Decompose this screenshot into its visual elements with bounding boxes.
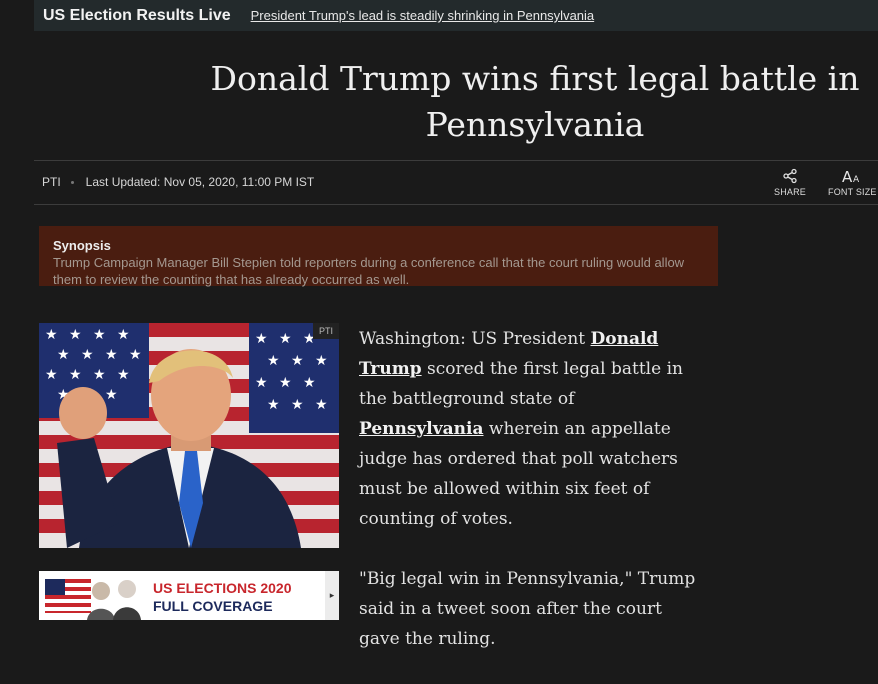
share-button[interactable]: SHARE (774, 168, 806, 197)
last-updated: Last Updated: Nov 05, 2020, 11:00 PM IST (85, 175, 315, 189)
svg-text:★: ★ (69, 367, 82, 383)
svg-text:★: ★ (255, 375, 268, 391)
election-coverage-banner[interactable]: US ELECTIONS 2020 FULL COVERAGE ▸ (39, 571, 339, 620)
svg-text:★: ★ (267, 397, 280, 413)
article-body: Washington: US President Donald Trump sc… (359, 324, 699, 684)
headline-line-2: Pennsylvania (425, 105, 645, 144)
article-headline: Donald Trump wins first legal battle in … (150, 56, 878, 148)
banner-flag-image (45, 579, 141, 620)
svg-text:★: ★ (57, 347, 70, 363)
svg-text:A: A (842, 168, 853, 184)
svg-text:★: ★ (315, 397, 328, 413)
svg-text:★: ★ (315, 353, 328, 369)
synopsis-text: Trump Campaign Manager Bill Stepien told… (53, 255, 685, 287)
article-meta: PTI Last Updated: Nov 05, 2020, 11:00 PM… (42, 175, 314, 189)
svg-text:★: ★ (81, 347, 94, 363)
synopsis-box: Synopsis Trump Campaign Manager Bill Ste… (39, 226, 718, 287)
banner-title: US ELECTIONS 2020 (153, 580, 292, 596)
svg-text:★: ★ (69, 327, 82, 343)
svg-text:★: ★ (279, 331, 292, 347)
svg-text:★: ★ (45, 327, 58, 343)
svg-text:★: ★ (105, 387, 118, 403)
svg-text:★: ★ (291, 353, 304, 369)
photo-credit: PTI (312, 323, 339, 339)
trump-photo-illustration: ★★★★ ★★★★ ★★★★ ★★★ ★★★ ★★★ ★★★ ★★★ (39, 323, 339, 548)
article-paragraph-2: "Big legal win in Pennsylvania," Trump s… (359, 569, 696, 649)
svg-text:★: ★ (129, 347, 142, 363)
live-results-title[interactable]: US Election Results Live (43, 7, 231, 25)
article-source: PTI (42, 175, 61, 189)
meta-separator-dot (70, 180, 74, 184)
svg-text:★: ★ (93, 327, 106, 343)
banner-subtitle: FULL COVERAGE (153, 598, 273, 614)
pennsylvania-link[interactable]: Pennsylvania (359, 419, 484, 439)
divider-bottom (34, 204, 878, 205)
svg-text:★: ★ (255, 331, 268, 347)
divider-top (34, 160, 878, 161)
paragraph-1-prefix: Washington: US President (359, 329, 591, 349)
article-paragraph-1: Washington: US President Donald Trump sc… (359, 324, 699, 534)
font-size-button[interactable]: A A FONT SIZE (828, 168, 877, 197)
svg-text:★: ★ (45, 367, 58, 383)
svg-text:★: ★ (267, 353, 280, 369)
banner-arrow-icon: ▸ (325, 571, 339, 620)
share-label: SHARE (774, 187, 807, 197)
live-results-link[interactable]: President Trump's lead is steadily shrin… (251, 8, 595, 23)
synopsis-title: Synopsis (53, 238, 111, 253)
font-size-label: FONT SIZE (828, 187, 877, 197)
svg-text:A: A (853, 175, 860, 184)
font-size-icon: A A (842, 168, 862, 184)
headline-line-1: Donald Trump wins first legal battle in (210, 59, 860, 98)
svg-text:★: ★ (303, 375, 316, 391)
svg-text:★: ★ (117, 327, 130, 343)
svg-text:★: ★ (291, 397, 304, 413)
svg-text:★: ★ (93, 367, 106, 383)
svg-text:★: ★ (279, 375, 292, 391)
svg-text:★: ★ (105, 347, 118, 363)
svg-text:★: ★ (117, 367, 130, 383)
live-results-bar: US Election Results Live President Trump… (34, 0, 878, 31)
article-photo: ★★★★ ★★★★ ★★★★ ★★★ ★★★ ★★★ ★★★ ★★★ PTI (39, 323, 339, 548)
share-icon (782, 168, 798, 184)
